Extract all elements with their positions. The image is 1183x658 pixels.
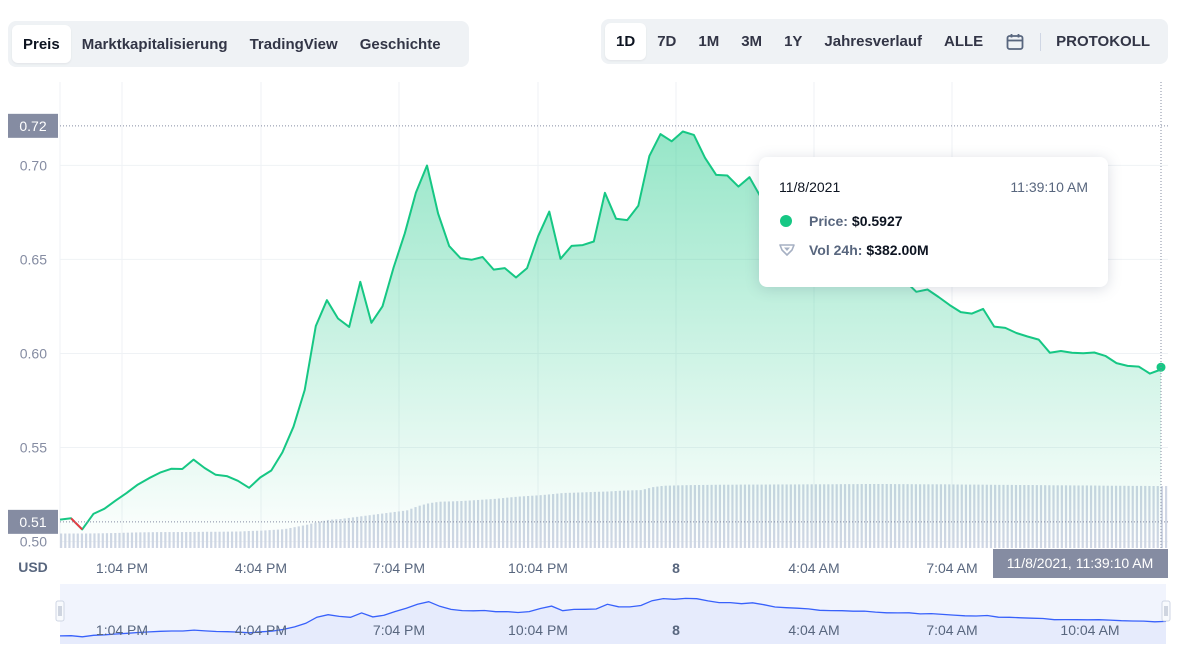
price-dot-icon	[780, 215, 792, 227]
x-tick-label: 4:04 PM	[235, 560, 287, 576]
y-tick-label: 0.50	[20, 534, 47, 550]
navigator-tick-label: 4:04 AM	[788, 622, 839, 638]
y-tick-label: 0.60	[20, 345, 47, 361]
navigator-handle-right[interactable]	[1161, 600, 1171, 622]
navigator-handle-left[interactable]	[55, 600, 65, 622]
y-tick-label: 0.55	[20, 440, 47, 456]
navigator-tick-label: 8	[672, 622, 680, 638]
x-tick-label: 1:04 PM	[96, 560, 148, 576]
chart-tooltip: 11/8/2021 11:39:10 AM Price: $0.5927 Vol…	[759, 157, 1108, 287]
handle-grip	[1161, 600, 1171, 622]
tooltip-vol-label: Vol 24h:	[809, 242, 863, 258]
x-axis: USD 1:04 PM 4:04 PM 7:04 PM 10:04 PM 8 4:04 AM…	[18, 549, 1168, 578]
navigator-tick-label: 7:04 PM	[373, 622, 425, 638]
tooltip-price-value: $0.5927	[851, 213, 903, 229]
x-tick-label: 10:04 PM	[508, 560, 568, 576]
tooltip-vol-value: $382.00M	[866, 242, 929, 258]
x-tick-label: 7:04 PM	[373, 560, 425, 576]
navigator-tick-label: 10:04 AM	[1060, 622, 1119, 638]
volume-bar	[1165, 486, 1168, 548]
navigator-tick-label: 1:04 PM	[96, 622, 148, 638]
y-tick-label: 0.70	[20, 157, 47, 173]
crosshair-label: 11/8/2021, 11:39:10 AM	[1007, 555, 1154, 571]
navigator-tick-label: 7:04 AM	[926, 622, 977, 638]
navigator-tick-label: 10:04 PM	[508, 622, 568, 638]
navigator-tick-label: 4:04 PM	[235, 622, 287, 638]
navigator[interactable]: 1:04 PM 4:04 PM 7:04 PM 10:04 PM 8 4:04 AM 7:0…	[55, 584, 1171, 644]
y-tick-label: 0.65	[20, 251, 47, 267]
y-axis: 0.50 0.55 0.60 0.65 0.70	[20, 157, 47, 549]
tooltip-date: 11/8/2021	[779, 179, 841, 195]
low-label: 0.51	[19, 514, 46, 530]
x-tick-label: 8	[672, 560, 680, 576]
x-tick-label: 4:04 AM	[788, 560, 839, 576]
high-label: 0.72	[19, 118, 46, 134]
tooltip-time: 11:39:10 AM	[1010, 179, 1088, 195]
price-chart[interactable]: 0.72 0.51 0.50 0.55 0.60 0.65 0.70 USD 1:04 PM…	[0, 0, 1183, 658]
tooltip-price-label: Price:	[809, 213, 848, 229]
handle-grip	[55, 600, 65, 622]
x-tick-label: 7:04 AM	[926, 560, 977, 576]
currency-label: USD	[18, 559, 48, 575]
volume-icon	[779, 243, 795, 257]
